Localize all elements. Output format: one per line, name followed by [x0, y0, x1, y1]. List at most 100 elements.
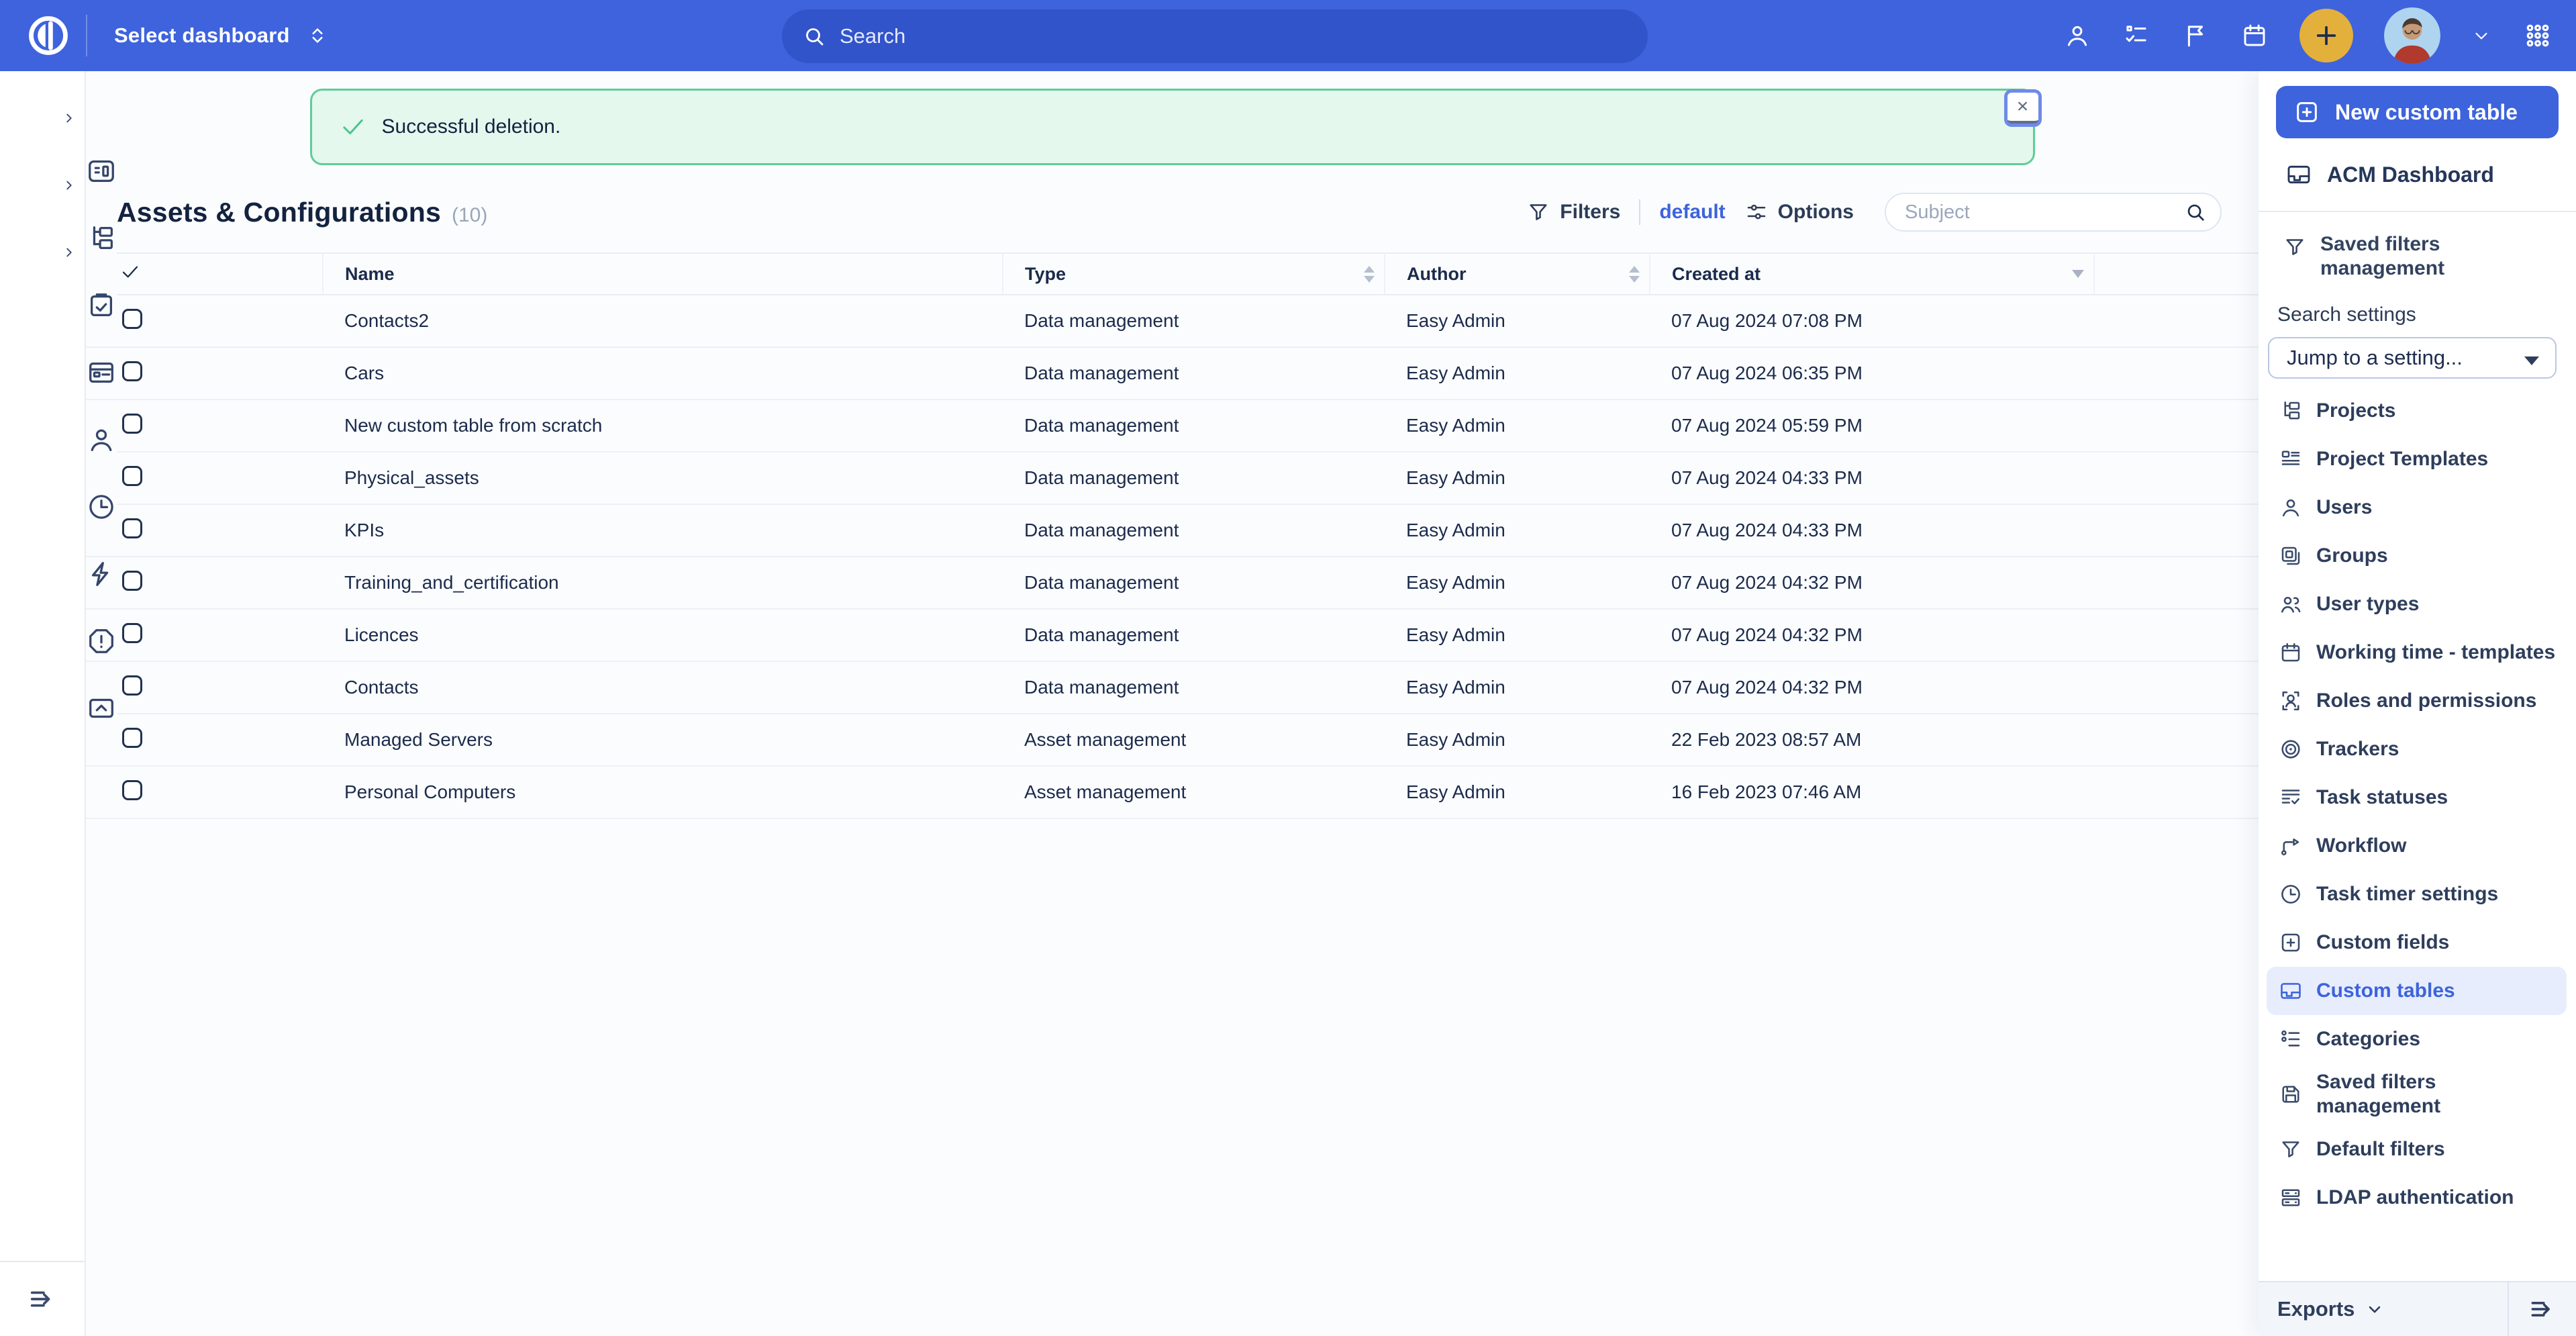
row-checkbox[interactable] — [122, 571, 142, 591]
setting-item-categories[interactable]: Categories — [2259, 1015, 2576, 1063]
cell-name[interactable]: Contacts — [323, 661, 1003, 714]
sidebar-item-quick-actions[interactable] — [0, 487, 85, 555]
table-row[interactable]: Contacts2Data managementEasy Admin07 Aug… — [86, 295, 2259, 347]
filters-button[interactable]: Filters — [1526, 200, 1620, 224]
cell-name[interactable]: Physical_assets — [323, 452, 1003, 504]
column-header-name[interactable]: Name — [323, 253, 1003, 295]
cell-created: 07 Aug 2024 04:32 PM — [1650, 661, 2094, 714]
new-custom-table-button[interactable]: New custom table — [2276, 86, 2559, 138]
row-checkbox[interactable] — [122, 414, 142, 434]
column-header-author[interactable]: Author — [1385, 253, 1650, 295]
row-checkbox[interactable] — [122, 361, 142, 381]
calendar-icon — [2279, 640, 2303, 665]
topbar-actions — [2063, 0, 2553, 71]
cell-name[interactable]: Cars — [323, 347, 1003, 399]
setting-item-task-statuses[interactable]: Task statuses — [2259, 773, 2576, 822]
row-checkbox[interactable] — [122, 309, 142, 329]
setting-item-trackers[interactable]: Trackers — [2259, 725, 2576, 773]
sidebar-item-boards[interactable] — [0, 286, 85, 353]
setting-item-projects[interactable]: Projects — [2259, 387, 2576, 435]
groups-icon — [2279, 544, 2303, 568]
table-row[interactable]: New custom table from scratchData manage… — [86, 399, 2259, 452]
cell-name[interactable]: Training_and_certification — [323, 557, 1003, 609]
setting-item-custom-tables[interactable]: Custom tables — [2267, 967, 2567, 1015]
subject-search-input[interactable] — [1885, 193, 2222, 232]
table-row[interactable]: Managed ServersAsset managementEasy Admi… — [86, 714, 2259, 766]
table-row[interactable]: Training_and_certificationData managemen… — [86, 557, 2259, 609]
subject-search — [1885, 193, 2222, 232]
sort-desc-icon[interactable] — [2072, 270, 2084, 278]
setting-item-user-types[interactable]: User types — [2259, 580, 2576, 628]
setting-item-ldap-authentication[interactable]: LDAP authentication — [2259, 1174, 2576, 1222]
cell-name[interactable]: Managed Servers — [323, 714, 1003, 766]
setting-item-roles-permissions[interactable]: Roles and permissions — [2259, 677, 2576, 725]
jump-to-setting-select[interactable]: Jump to a setting... — [2268, 337, 2557, 379]
cell-name[interactable]: Personal Computers — [323, 766, 1003, 818]
acm-dashboard-link[interactable]: ACM Dashboard — [2285, 153, 2559, 196]
table-row[interactable]: KPIsData managementEasy Admin07 Aug 2024… — [86, 504, 2259, 557]
sort-icon[interactable] — [1364, 266, 1375, 283]
checklist-icon[interactable] — [2122, 21, 2150, 50]
global-search[interactable] — [782, 9, 1648, 63]
setting-item-working-time-templates[interactable]: Working time - templates — [2259, 628, 2576, 677]
apps-grid-icon[interactable] — [2522, 20, 2553, 51]
select-all-check-icon[interactable] — [119, 261, 141, 283]
row-checkbox[interactable] — [122, 780, 142, 800]
funnel-icon — [2283, 235, 2307, 259]
default-filter-link[interactable]: default — [1659, 201, 1725, 224]
search-icon[interactable] — [2184, 201, 2207, 224]
setting-item-saved-filters-management[interactable]: Saved filters management — [2259, 1063, 2576, 1125]
table-row[interactable]: Physical_assetsData managementEasy Admin… — [86, 452, 2259, 504]
table-row[interactable]: Personal ComputersAsset managementEasy A… — [86, 766, 2259, 818]
setting-item-default-filters[interactable]: Default filters — [2259, 1125, 2576, 1174]
top-bar: Select dashboard — [0, 0, 2576, 71]
caret-down-icon[interactable] — [2471, 26, 2491, 46]
avatar[interactable] — [2384, 7, 2440, 64]
cell-name[interactable]: KPIs — [323, 504, 1003, 557]
column-header-created-at[interactable]: Created at — [1650, 253, 2094, 295]
calendar-icon[interactable] — [2240, 21, 2269, 50]
row-checkbox[interactable] — [122, 623, 142, 643]
alert-close-button[interactable]: × — [2008, 93, 2038, 124]
cell-created: 07 Aug 2024 04:33 PM — [1650, 504, 2094, 557]
sort-icon[interactable] — [1629, 266, 1640, 283]
dashboard-selector[interactable]: Select dashboard — [114, 23, 328, 48]
sidebar-item-people[interactable] — [0, 353, 85, 420]
main-content: Successful deletion. × Assets & Configur… — [86, 71, 2259, 1336]
sidebar-item-alerts[interactable] — [0, 555, 85, 622]
row-checkbox[interactable] — [122, 466, 142, 486]
user-icon[interactable] — [2063, 21, 2091, 50]
sidebar-item-tasks[interactable] — [0, 219, 85, 286]
table-row[interactable]: LicencesData managementEasy Admin07 Aug … — [86, 609, 2259, 661]
cell-name[interactable]: New custom table from scratch — [323, 399, 1003, 452]
cell-name[interactable]: Contacts2 — [323, 295, 1003, 347]
setting-item-workflow[interactable]: Workflow — [2259, 822, 2576, 870]
row-checkbox[interactable] — [122, 728, 142, 748]
cell-name[interactable]: Licences — [323, 609, 1003, 661]
expand-sidebar-button[interactable] — [0, 1261, 85, 1336]
row-checkbox[interactable] — [122, 675, 142, 696]
sidebar-item-archive[interactable] — [0, 622, 85, 689]
cell-type: Data management — [1003, 295, 1385, 347]
sidebar-item-time[interactable] — [0, 420, 85, 487]
setting-item-project-templates[interactable]: Project Templates — [2259, 435, 2576, 483]
sidebar-item-projects[interactable] — [0, 152, 85, 219]
sidebar-item-dashboards[interactable] — [0, 85, 85, 152]
collapse-sidebar-button[interactable] — [2509, 1282, 2576, 1336]
add-button[interactable] — [2299, 9, 2353, 62]
setting-item-groups[interactable]: Groups — [2259, 532, 2576, 580]
exports-button[interactable]: Exports — [2259, 1282, 2509, 1336]
app-logo-icon[interactable] — [26, 13, 71, 58]
setting-item-task-timer-settings[interactable]: Task timer settings — [2259, 870, 2576, 918]
flag-icon[interactable] — [2181, 21, 2210, 50]
setting-item-users[interactable]: Users — [2259, 483, 2576, 532]
saved-filters-management-link[interactable]: Saved filters management — [2283, 232, 2563, 281]
setting-item-custom-fields[interactable]: Custom fields — [2259, 918, 2576, 967]
global-search-input[interactable] — [838, 23, 1577, 49]
table-row[interactable]: CarsData managementEasy Admin07 Aug 2024… — [86, 347, 2259, 399]
column-header-actions — [2094, 253, 2259, 295]
column-header-type[interactable]: Type — [1003, 253, 1385, 295]
table-row[interactable]: ContactsData managementEasy Admin07 Aug … — [86, 661, 2259, 714]
options-button[interactable]: Options — [1744, 200, 1854, 224]
row-checkbox[interactable] — [122, 518, 142, 538]
